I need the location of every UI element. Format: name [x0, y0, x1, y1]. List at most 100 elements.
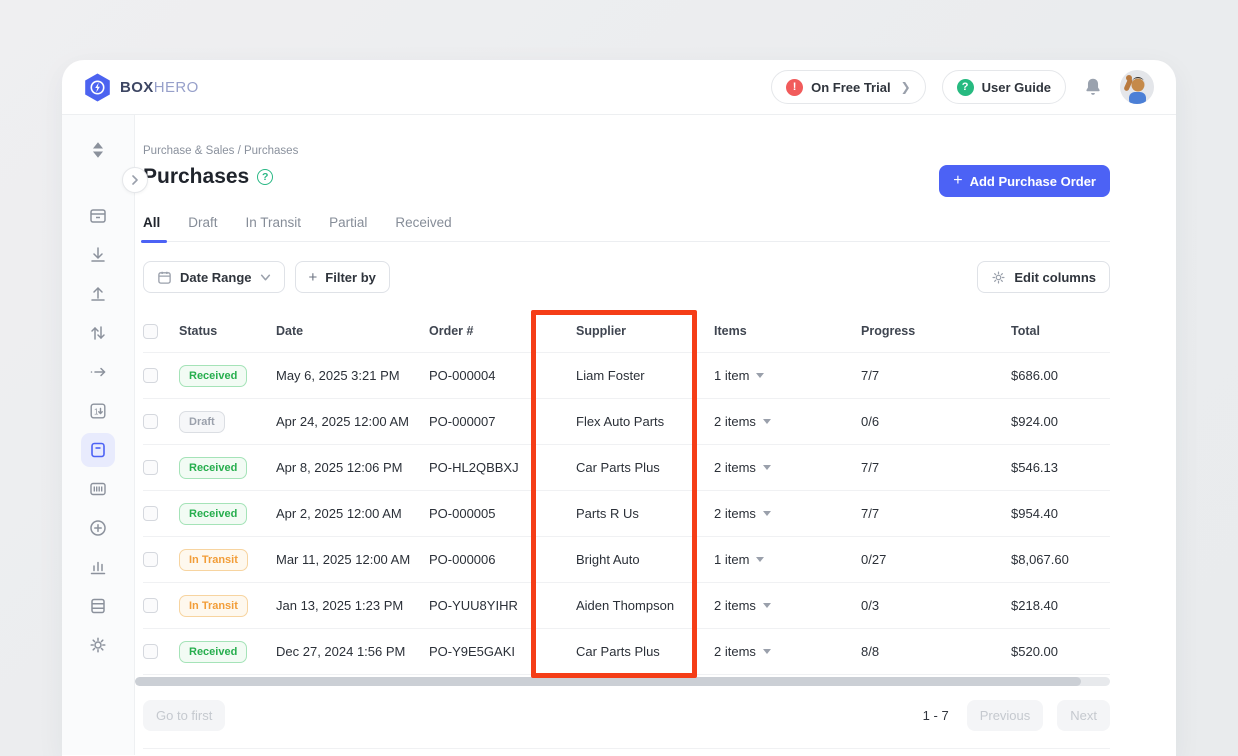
add-purchase-order-button[interactable]: + Add Purchase Order [939, 165, 1110, 197]
cell-total: $8,067.60 [1011, 552, 1110, 567]
add-circle-icon[interactable] [81, 511, 115, 545]
breadcrumb[interactable]: Purchase & Sales / Purchases [143, 145, 1110, 157]
cell-progress: 7/7 [861, 368, 1011, 383]
previous-button[interactable]: Previous [967, 700, 1044, 731]
cell-total: $218.40 [1011, 598, 1110, 613]
user-guide-button[interactable]: ? User Guide [942, 70, 1066, 104]
data-icon[interactable] [81, 589, 115, 623]
cell-items-dropdown[interactable]: 2 items [714, 460, 861, 475]
top-bar: BOXHERO ! On Free Trial ❯ ? User Guide [62, 60, 1176, 115]
items-label: 2 items [714, 644, 756, 659]
table-row[interactable]: In Transit Jan 13, 2025 1:23 PM PO-YUU8Y… [143, 583, 1110, 629]
collapse-handle-icon[interactable] [81, 133, 115, 167]
table-row[interactable]: In Transit Mar 11, 2025 12:00 AM PO-0000… [143, 537, 1110, 583]
next-button[interactable]: Next [1057, 700, 1110, 731]
table-row[interactable]: Received Dec 27, 2024 1:56 PM PO-Y9E5GAK… [143, 629, 1110, 675]
column-header-date[interactable]: Date [276, 324, 429, 338]
cell-items-dropdown[interactable]: 2 items [714, 414, 861, 429]
tab-draft[interactable]: Draft [188, 215, 217, 241]
select-all-checkbox[interactable] [143, 324, 158, 339]
expand-chevron-icon[interactable] [122, 167, 148, 193]
page-range-label: 1 - 7 [923, 708, 949, 723]
cell-items-dropdown[interactable]: 2 items [714, 506, 861, 521]
row-checkbox[interactable] [143, 598, 158, 613]
go-to-first-button[interactable]: Go to first [143, 700, 225, 731]
cell-order-number: PO-HL2QBBXJ [429, 460, 576, 475]
cell-items-dropdown[interactable]: 1 item [714, 368, 861, 383]
horizontal-scrollbar[interactable] [135, 677, 1110, 686]
user-avatar[interactable] [1120, 70, 1154, 104]
table-body: Received May 6, 2025 3:21 PM PO-000004 L… [143, 353, 1110, 675]
cell-supplier: Aiden Thompson [576, 598, 714, 613]
date-range-dropdown[interactable]: Date Range [143, 261, 285, 293]
cell-order-number: PO-YUU8YIHR [429, 598, 576, 613]
status-badge: In Transit [179, 595, 248, 617]
chevron-down-icon [260, 272, 271, 283]
cell-order-number: PO-000006 [429, 552, 576, 567]
items-expand-icon [763, 465, 771, 470]
cell-total: $686.00 [1011, 368, 1110, 383]
pagination-bar: Go to first 1 - 7 Previous Next [143, 700, 1110, 749]
tab-partial[interactable]: Partial [329, 215, 367, 241]
cell-items-dropdown[interactable]: 2 items [714, 644, 861, 659]
column-header-supplier[interactable]: Supplier [576, 324, 714, 338]
row-checkbox[interactable] [143, 644, 158, 659]
settings-icon[interactable] [81, 628, 115, 662]
table-row[interactable]: Received Apr 8, 2025 12:06 PM PO-HL2QBBX… [143, 445, 1110, 491]
free-trial-button[interactable]: ! On Free Trial ❯ [771, 70, 926, 104]
cell-order-number: PO-Y9E5GAKI [429, 644, 576, 659]
column-header-status[interactable]: Status [179, 324, 276, 338]
row-checkbox[interactable] [143, 506, 158, 521]
cell-date: May 6, 2025 3:21 PM [276, 368, 429, 383]
cell-date: Apr 24, 2025 12:00 AM [276, 414, 429, 429]
chevron-right-icon: ❯ [901, 80, 911, 94]
page-help-icon[interactable]: ? [257, 169, 273, 185]
items-label: 2 items [714, 598, 756, 613]
scrollbar-thumb[interactable] [135, 677, 1081, 686]
box-icon[interactable] [81, 199, 115, 233]
column-header-items[interactable]: Items [714, 324, 861, 338]
row-checkbox[interactable] [143, 414, 158, 429]
row-checkbox[interactable] [143, 552, 158, 567]
adjust-icon[interactable] [81, 316, 115, 350]
row-checkbox[interactable] [143, 460, 158, 475]
transactions-icon[interactable]: 1 [81, 394, 115, 428]
row-checkbox[interactable] [143, 368, 158, 383]
cell-progress: 7/7 [861, 506, 1011, 521]
table-row[interactable]: Received Apr 2, 2025 12:00 AM PO-000005 … [143, 491, 1110, 537]
boxhero-logo[interactable]: BOXHERO [84, 73, 199, 102]
status-badge: In Transit [179, 549, 248, 571]
items-expand-icon [763, 603, 771, 608]
tab-in-transit[interactable]: In Transit [246, 215, 302, 241]
bell-icon[interactable] [1082, 76, 1104, 98]
cell-date: Mar 11, 2025 12:00 AM [276, 552, 429, 567]
column-header-order[interactable]: Order # [429, 324, 576, 338]
tab-received[interactable]: Received [395, 215, 451, 241]
column-header-progress[interactable]: Progress [861, 324, 1011, 338]
cell-progress: 0/3 [861, 598, 1011, 613]
cell-items-dropdown[interactable]: 1 item [714, 552, 861, 567]
cell-total: $546.13 [1011, 460, 1110, 475]
edit-columns-button[interactable]: Edit columns [977, 261, 1110, 293]
status-badge: Received [179, 641, 247, 663]
cell-progress: 7/7 [861, 460, 1011, 475]
barcode-icon[interactable] [81, 472, 115, 506]
table-row[interactable]: Received May 6, 2025 3:21 PM PO-000004 L… [143, 353, 1110, 399]
stock-in-icon[interactable] [81, 238, 115, 272]
cell-items-dropdown[interactable]: 2 items [714, 598, 861, 613]
items-label: 2 items [714, 506, 756, 521]
stock-out-icon[interactable] [81, 277, 115, 311]
analytics-icon[interactable] [81, 550, 115, 584]
filter-by-button[interactable]: + Filter by [295, 261, 390, 293]
column-header-total[interactable]: Total [1011, 324, 1110, 338]
cell-total: $924.00 [1011, 414, 1110, 429]
purchases-icon[interactable] [81, 433, 115, 467]
items-label: 2 items [714, 414, 756, 429]
boxhero-hexagon-icon [84, 73, 111, 102]
move-icon[interactable] [81, 355, 115, 389]
trial-alert-icon: ! [786, 79, 803, 96]
cell-order-number: PO-000007 [429, 414, 576, 429]
gear-icon [991, 270, 1006, 285]
tab-all[interactable]: All [143, 215, 160, 241]
table-row[interactable]: Draft Apr 24, 2025 12:00 AM PO-000007 Fl… [143, 399, 1110, 445]
